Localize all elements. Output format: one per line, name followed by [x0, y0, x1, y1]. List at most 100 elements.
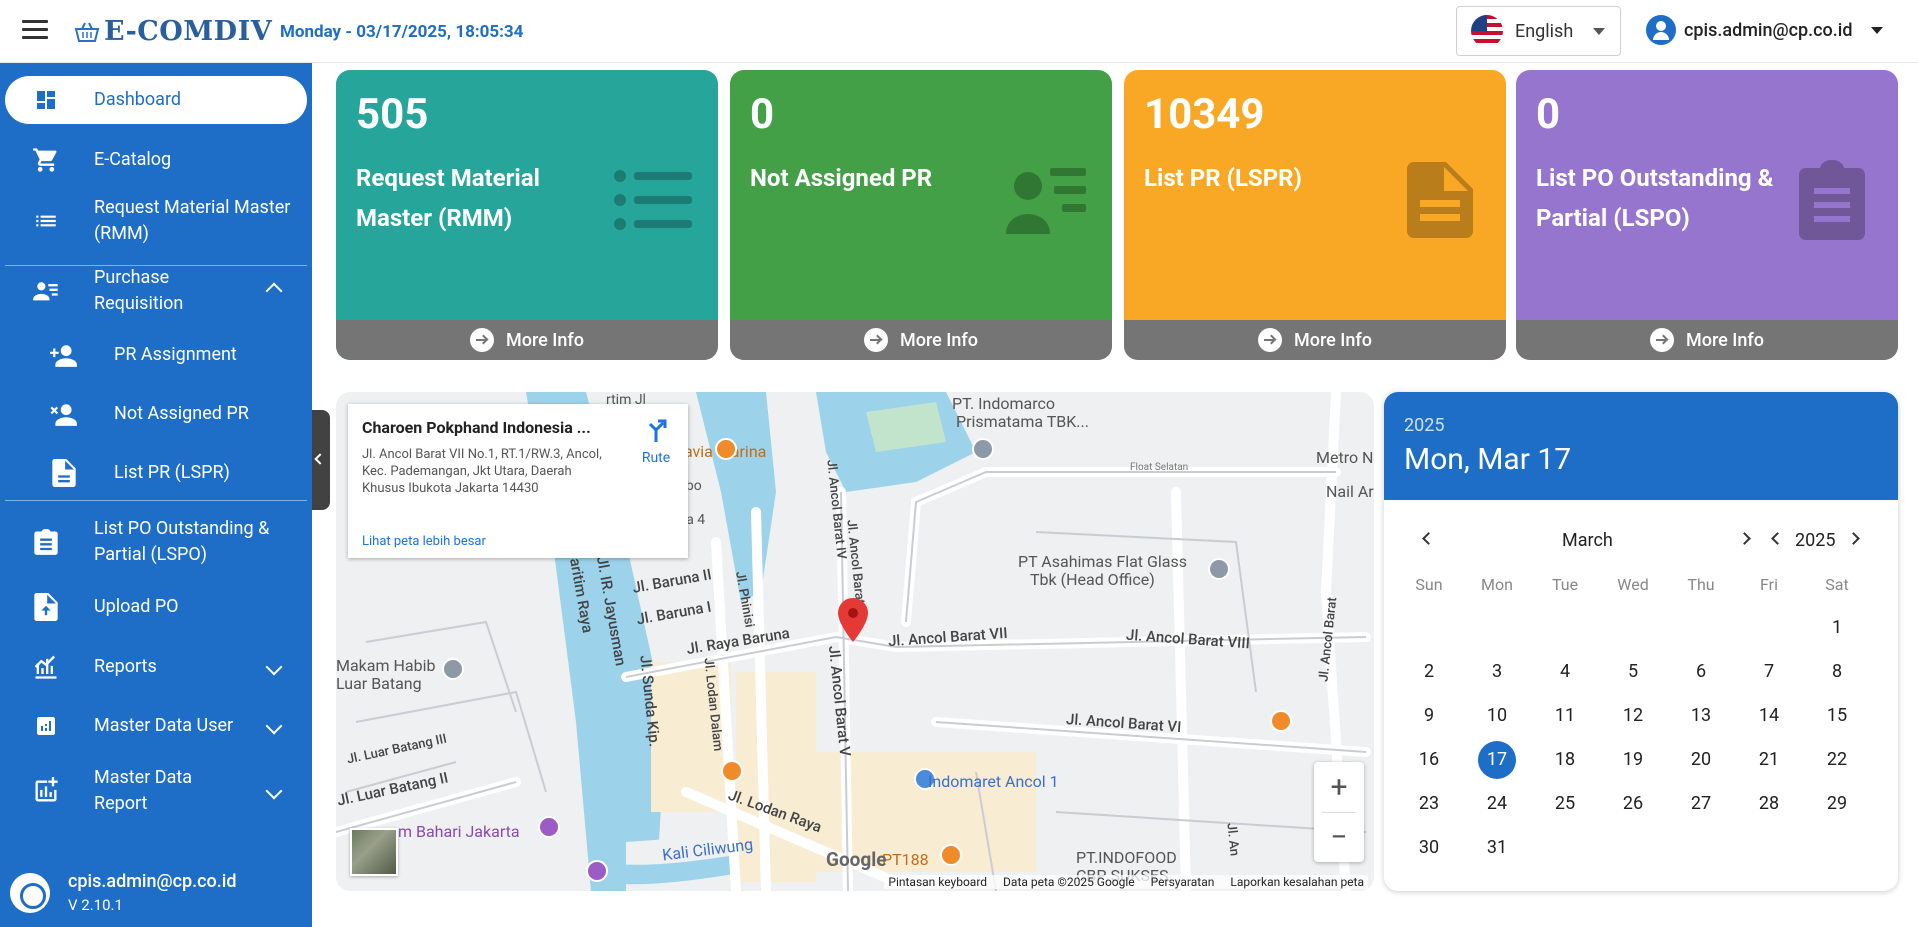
- sidebar-item-dashboard[interactable]: Dashboard: [5, 76, 307, 124]
- calendar-day[interactable]: 31: [1478, 829, 1516, 867]
- more-info-button[interactable]: More Info: [1516, 320, 1898, 360]
- menu-icon[interactable]: [22, 20, 48, 42]
- more-info-label: More Info: [506, 329, 584, 351]
- sidebar-user[interactable]: cpis.admin@cp.co.id V 2.10.1: [10, 871, 237, 914]
- logo[interactable]: E-COMDIV: [74, 16, 272, 47]
- sidebar-item-lspo[interactable]: List PO Outstanding & Partial (LSPO): [0, 512, 312, 572]
- more-info-label: More Info: [1686, 329, 1764, 351]
- sidebar-item-pr-assignment[interactable]: PR Assignment: [0, 333, 312, 377]
- sidebar-item-purchase-requisition[interactable]: Purchase Requisition: [0, 261, 312, 321]
- user-menu[interactable]: cpis.admin@cp.co.id: [1646, 15, 1883, 45]
- calendar-day[interactable]: 27: [1682, 785, 1720, 823]
- calendar-day[interactable]: 11: [1546, 697, 1584, 735]
- sidebar-item-not-assigned-pr[interactable]: Not Assigned PR: [0, 392, 312, 436]
- more-info-button[interactable]: More Info: [1124, 320, 1506, 360]
- calendar-day[interactable]: 7: [1750, 653, 1788, 691]
- location-map[interactable]: atavia Marina rtim Jl ambo runa 4 PT. In…: [336, 392, 1374, 891]
- previous-month-button[interactable]: [1422, 532, 1435, 545]
- map-label: Prismatama TBK...: [956, 412, 1089, 431]
- directions-button[interactable]: Rute: [634, 418, 678, 466]
- calendar-day[interactable]: 26: [1614, 785, 1652, 823]
- google-logo: Google: [826, 848, 887, 871]
- restaurant-icon[interactable]: [715, 438, 737, 460]
- calendar-day[interactable]: 8: [1818, 653, 1856, 691]
- top-bar: E-COMDIV Monday - 03/17/2025, 18:05:34 E…: [0, 0, 1918, 63]
- more-info-button[interactable]: More Info: [336, 320, 718, 360]
- header-date: Mon, Mar 17: [1404, 442, 1572, 477]
- restaurant-icon[interactable]: [1270, 710, 1292, 732]
- next-year-button[interactable]: [1847, 532, 1860, 545]
- calendar-day[interactable]: 4: [1546, 653, 1584, 691]
- calendar-day[interactable]: 23: [1410, 785, 1448, 823]
- zoom-control: + −: [1314, 762, 1364, 862]
- calendar-day[interactable]: 20: [1682, 741, 1720, 779]
- selected-day[interactable]: 17: [1478, 741, 1516, 779]
- calendar-day[interactable]: 5: [1614, 653, 1652, 691]
- museum-icon[interactable]: [586, 860, 608, 882]
- card-title: List PR (LSPR): [1144, 164, 1302, 192]
- sidebar-item-label: Master Data Report: [94, 767, 193, 814]
- sidebar-item-label: E-Catalog: [94, 149, 172, 170]
- keyboard-shortcuts-link[interactable]: Pintasan keyboard: [888, 875, 987, 889]
- calendar-day[interactable]: 9: [1410, 697, 1448, 735]
- person-add-icon: [50, 341, 78, 369]
- calendar-day[interactable]: 28: [1750, 785, 1788, 823]
- language-selector[interactable]: English: [1456, 6, 1621, 56]
- restaurant-icon[interactable]: [721, 760, 743, 782]
- calendar-day[interactable]: 1: [1818, 609, 1856, 647]
- card-rmm: 505 Request Material Master (RMM) More I…: [336, 70, 718, 360]
- sidebar-item-master-data-report[interactable]: Master Data Report: [0, 761, 312, 821]
- calendar-day[interactable]: 3: [1478, 653, 1516, 691]
- calendar-day[interactable]: 25: [1546, 785, 1584, 823]
- calendar-day[interactable]: 13: [1682, 697, 1720, 735]
- sidebar-item-master-data-user[interactable]: Master Data User: [0, 702, 312, 750]
- year-label[interactable]: 2025: [1795, 530, 1835, 551]
- sidebar-item-list-pr[interactable]: List PR (LSPR): [0, 451, 312, 495]
- zoom-out-button[interactable]: −: [1314, 812, 1364, 862]
- calendar-day[interactable]: 6: [1682, 653, 1720, 691]
- sidebar-item-reports[interactable]: Reports: [0, 643, 312, 691]
- arrow-right-icon: [864, 328, 889, 352]
- calendar-day[interactable]: 2: [1410, 653, 1448, 691]
- next-month-button[interactable]: [1738, 532, 1751, 545]
- terms-link[interactable]: Persyaratan: [1151, 875, 1215, 889]
- satellite-toggle[interactable]: [350, 828, 398, 876]
- calendar-day[interactable]: 30: [1410, 829, 1448, 867]
- cafe-icon[interactable]: [940, 844, 962, 866]
- location-marker-icon[interactable]: [838, 598, 868, 642]
- user-list-icon: [1006, 168, 1086, 234]
- calendar-day[interactable]: 29: [1818, 785, 1856, 823]
- calendar-day[interactable]: 21: [1750, 741, 1788, 779]
- sidebar-item-label: Request Material Master (RMM): [94, 197, 291, 244]
- calendar-day[interactable]: 15: [1818, 697, 1856, 735]
- sidebar-item-e-catalog[interactable]: E-Catalog: [0, 136, 312, 184]
- calendar-day[interactable]: 12: [1614, 697, 1652, 735]
- sidebar-item-label: Dashboard: [94, 89, 182, 110]
- calendar-day[interactable]: 19: [1614, 741, 1652, 779]
- calendar-day[interactable]: 14: [1750, 697, 1788, 735]
- sidebar-collapse-handle[interactable]: [312, 410, 330, 510]
- clipboard-icon: [1799, 160, 1865, 240]
- report-error-link[interactable]: Laporkan kesalahan peta: [1230, 875, 1364, 889]
- calendar-day[interactable]: 22: [1818, 741, 1856, 779]
- larger-map-link[interactable]: Lihat peta lebih besar: [362, 534, 486, 549]
- month-label[interactable]: March: [1562, 530, 1613, 551]
- header-year[interactable]: 2025: [1404, 415, 1444, 436]
- sidebar-item-label: Reports: [94, 656, 157, 677]
- sidebar-item-upload-po[interactable]: Upload PO: [0, 583, 312, 631]
- sidebar-item-label: Purchase Requisition: [94, 267, 184, 314]
- calendar-day[interactable]: 18: [1546, 741, 1584, 779]
- place-pin-icon[interactable]: [1208, 558, 1230, 580]
- museum-icon[interactable]: [538, 816, 560, 838]
- map-label: Tbk (Head Office): [1030, 570, 1155, 589]
- sidebar-item-rmm[interactable]: Request Material Master (RMM): [0, 191, 312, 251]
- calendar-day[interactable]: 10: [1478, 697, 1516, 735]
- calendar-day[interactable]: 16: [1410, 741, 1448, 779]
- place-pin-icon[interactable]: [972, 438, 994, 460]
- zoom-in-button[interactable]: +: [1314, 762, 1364, 812]
- chevron-down-icon: [265, 658, 283, 676]
- previous-year-button[interactable]: [1771, 532, 1784, 545]
- mosque-icon[interactable]: [442, 658, 464, 680]
- more-info-button[interactable]: More Info: [730, 320, 1112, 360]
- calendar-day[interactable]: 24: [1478, 785, 1516, 823]
